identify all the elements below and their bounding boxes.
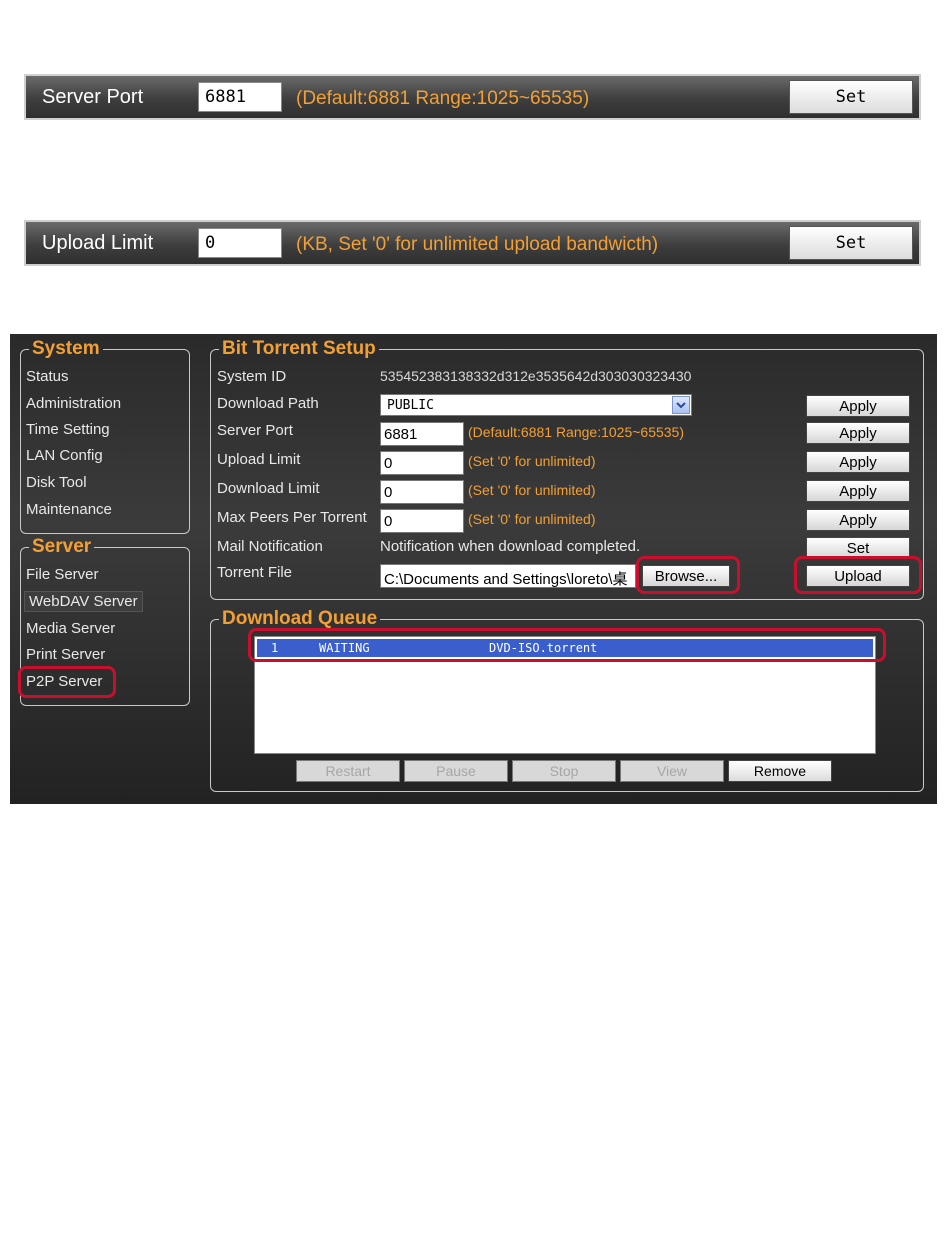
upload-limit-label: Upload Limit — [42, 232, 154, 254]
max-peers-apply-button[interactable]: Apply — [806, 509, 910, 531]
nav-print-server[interactable]: Print Server — [26, 646, 105, 663]
queue-row-file: DVD-ISO.torrent — [489, 641, 598, 655]
nav-file-server[interactable]: File Server — [26, 566, 99, 583]
mail-notification-text: Notification when download completed. — [380, 538, 641, 555]
download-path-apply-button[interactable]: Apply — [806, 395, 910, 417]
restart-button[interactable]: Restart — [296, 760, 400, 782]
upload-limit-field[interactable] — [380, 451, 464, 475]
browse-button[interactable]: Browse... — [642, 565, 730, 587]
download-limit-apply-button[interactable]: Apply — [806, 480, 910, 502]
upload-limit-input[interactable] — [198, 228, 282, 258]
upload-limit-row-label: Upload Limit — [217, 451, 301, 468]
server-port-row-label: Server Port — [217, 422, 293, 439]
max-peers-field[interactable] — [380, 509, 464, 533]
bit-torrent-setup-title: Bit Torrent Setup — [222, 338, 376, 359]
torrent-file-value: C:\Documents and Settings\loreto\桌 — [384, 571, 628, 588]
server-port-set-button[interactable]: Set — [789, 80, 913, 114]
view-button[interactable]: View — [620, 760, 724, 782]
queue-row[interactable]: 1 WAITING DVD-ISO.torrent — [257, 639, 873, 657]
upload-limit-set-button[interactable]: Set — [789, 226, 913, 260]
server-port-hint: (Default:6881 Range:1025~65535) — [296, 88, 590, 109]
download-limit-row-label: Download Limit — [217, 480, 320, 497]
upload-limit-apply-button[interactable]: Apply — [806, 451, 910, 473]
queue-row-number: 1 — [271, 641, 279, 655]
upload-limit-strip: Upload Limit (KB, Set '0' for unlimited … — [24, 220, 921, 266]
server-port-input[interactable] — [198, 82, 282, 112]
nav-media-server[interactable]: Media Server — [26, 620, 115, 637]
download-queue-title: Download Queue — [222, 608, 378, 629]
download-limit-row-hint: (Set '0' for unlimited) — [468, 482, 596, 498]
torrent-file-label: Torrent File — [217, 564, 293, 581]
download-queue-list[interactable]: 1 WAITING DVD-ISO.torrent — [254, 636, 876, 754]
nav-status[interactable]: Status — [26, 368, 69, 385]
stop-button[interactable]: Stop — [512, 760, 616, 782]
download-limit-field[interactable] — [380, 480, 464, 504]
upload-limit-row-hint: (Set '0' for unlimited) — [468, 453, 596, 469]
nav-webdav-server[interactable]: WebDAV Server — [24, 591, 143, 612]
max-peers-row-label: Max Peers Per Torrent — [217, 509, 367, 526]
system-id-value: 535452383138332d312e3535642d303030323430 — [380, 368, 692, 384]
remove-button[interactable]: Remove — [728, 760, 832, 782]
upload-limit-hint: (KB, Set '0' for unlimited upload bandwi… — [296, 234, 659, 255]
download-path-select[interactable]: PUBLIC — [380, 394, 692, 416]
pause-button[interactable]: Pause — [404, 760, 508, 782]
torrent-file-input[interactable]: C:\Documents and Settings\loreto\桌 — [380, 564, 636, 588]
system-group-title: System — [32, 338, 100, 359]
max-peers-row-hint: (Set '0' for unlimited) — [468, 511, 596, 527]
nav-administration[interactable]: Administration — [26, 395, 121, 412]
nav-disk-tool[interactable]: Disk Tool — [26, 474, 87, 491]
mail-notification-label: Mail Notification — [217, 538, 323, 555]
nav-maintenance[interactable]: Maintenance — [26, 501, 112, 518]
server-port-apply-button[interactable]: Apply — [806, 422, 910, 444]
nav-p2p-server[interactable]: P2P Server — [26, 673, 102, 690]
upload-button[interactable]: Upload — [806, 565, 910, 587]
chevron-down-icon[interactable] — [672, 396, 690, 414]
server-port-strip: Server Port (Default:6881 Range:1025~655… — [24, 74, 921, 120]
system-id-label: System ID — [217, 368, 287, 385]
server-port-label: Server Port — [42, 86, 144, 108]
nav-time-setting[interactable]: Time Setting — [26, 421, 110, 438]
server-port-row-hint: (Default:6881 Range:1025~65535) — [468, 424, 685, 440]
server-port-field[interactable] — [380, 422, 464, 446]
bit-torrent-panel: System Status Administration Time Settin… — [10, 334, 937, 804]
queue-row-status: WAITING — [319, 641, 370, 655]
server-group-title: Server — [32, 536, 92, 557]
download-path-value: PUBLIC — [387, 398, 434, 413]
nav-lan-config[interactable]: LAN Config — [26, 447, 103, 464]
mail-notification-set-button[interactable]: Set — [806, 537, 910, 559]
download-path-label: Download Path — [217, 395, 319, 412]
